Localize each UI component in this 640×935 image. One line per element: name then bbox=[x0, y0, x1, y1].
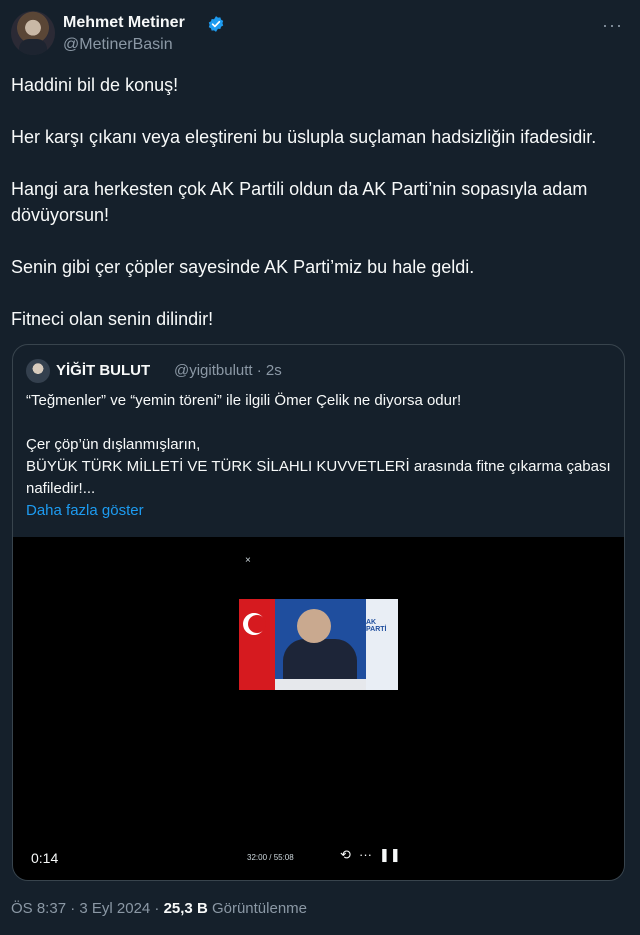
tweet-text: Haddini bil de konuş! Her karşı çıkanı v… bbox=[11, 72, 629, 358]
quoted-tweet[interactable]: YİĞİT BULUT @yigitbulutt · 2s “Teğmenler… bbox=[12, 344, 625, 881]
quoted-author-avatar bbox=[26, 359, 50, 383]
quoted-author-handle: @yigitbulutt · 2s bbox=[174, 362, 282, 379]
pause-icon[interactable]: ❚❚ bbox=[379, 847, 401, 863]
more-options-icon[interactable]: ··· bbox=[602, 15, 623, 36]
quoted-line: “Teğmenler” ve “yemin töreni” ile ilgili… bbox=[26, 392, 462, 409]
tweet-paragraph: Hangi ara herkesten çok AK Partili oldun… bbox=[11, 179, 588, 225]
video-time-range: 32:00 / 55:08 bbox=[247, 853, 294, 862]
party-banner: AK PARTİ bbox=[366, 599, 398, 690]
tweet-paragraph: Senin gibi çer çöpler sayesinde AK Parti… bbox=[11, 257, 475, 277]
video-frame: AK PARTİ bbox=[239, 599, 398, 690]
views-count: 25,3 B bbox=[163, 900, 208, 917]
video-more-icon[interactable]: ··· bbox=[359, 847, 372, 862]
views-label: Görüntülenme bbox=[207, 900, 308, 917]
author-avatar[interactable] bbox=[11, 11, 55, 55]
tweet-paragraph: Fitneci olan senin dilindir! bbox=[11, 309, 214, 329]
close-icon[interactable]: × bbox=[245, 555, 251, 566]
turkish-flag bbox=[239, 599, 275, 690]
speaker bbox=[297, 609, 331, 643]
author-handle[interactable]: @MetinerBasin bbox=[63, 36, 173, 54]
quoted-tweet-text: “Teğmenler” ve “yemin töreni” ile ilgili… bbox=[26, 390, 616, 522]
verified-badge-icon bbox=[208, 16, 224, 32]
quoted-author-name: YİĞİT BULUT bbox=[56, 362, 151, 379]
quoted-line: BÜYÜK TÜRK MİLLETİ VE TÜRK SİLAHLI KUVVE… bbox=[26, 458, 611, 497]
quoted-line: Çer çöp’ün dışlanmışların, bbox=[26, 436, 201, 453]
author-name[interactable]: Mehmet Metiner bbox=[63, 14, 185, 32]
show-more-link[interactable]: Daha fazla göster bbox=[26, 500, 616, 522]
video-elapsed-time: 0:14 bbox=[31, 850, 59, 866]
tweet-header: Mehmet Metiner @MetinerBasin ··· bbox=[11, 11, 629, 57]
tweet-paragraph: Her karşı çıkanı veya eleştireni bu üslu… bbox=[11, 127, 597, 147]
timestamp[interactable]: ÖS 8:37 · 3 Eyl 2024 · bbox=[11, 900, 164, 917]
repeat-icon[interactable]: ⟲ bbox=[340, 847, 351, 863]
tweet-meta: ÖS 8:37 · 3 Eyl 2024 · 25,3 B Görüntülen… bbox=[11, 900, 307, 917]
tweet-paragraph: Haddini bil de konuş! bbox=[11, 75, 179, 95]
video-player[interactable]: × AK PARTİ 0:14 32:00 / 55:08 ⟲ ··· ❚❚ bbox=[13, 537, 624, 880]
